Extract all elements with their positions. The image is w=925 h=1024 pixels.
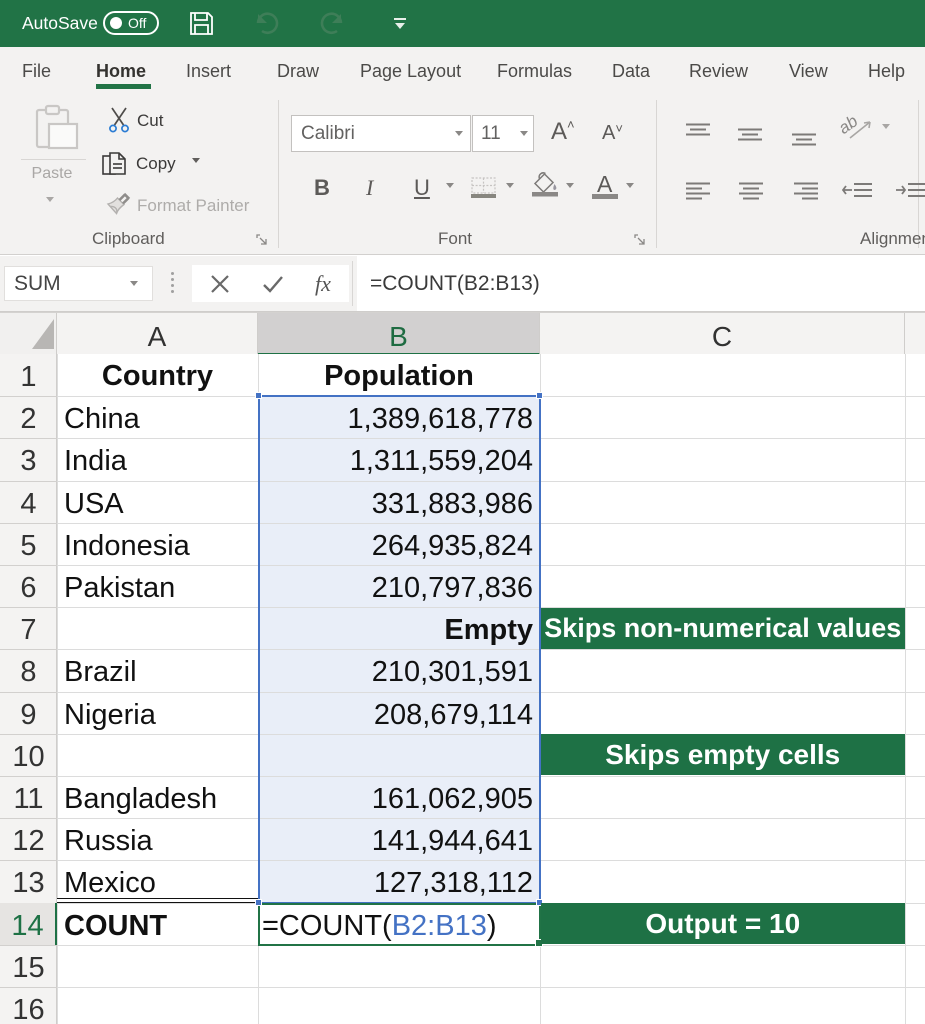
svg-text:ab: ab bbox=[835, 111, 861, 137]
